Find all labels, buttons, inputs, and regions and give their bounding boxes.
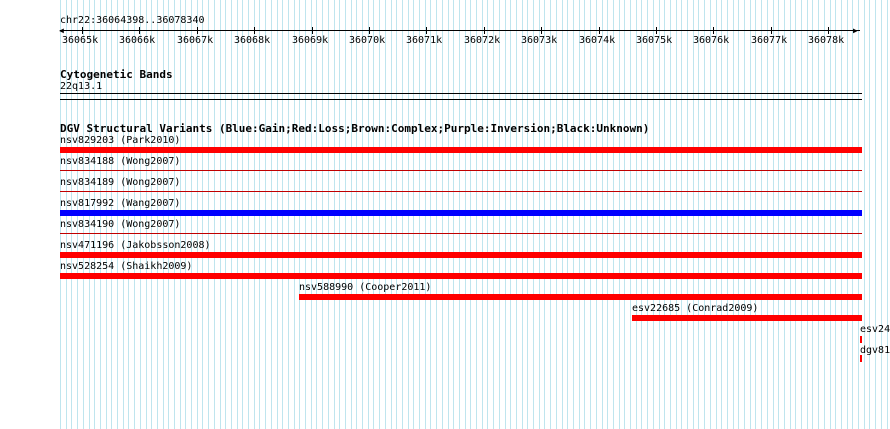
grid-line (875, 0, 876, 429)
genome-browser-view: chr22:36064398..36078340 ◀ ▶ 36065k 36066… (0, 0, 890, 429)
dgv-variant-label[interactable]: nsv471196 (Jakobsson2008) (60, 240, 211, 252)
dgv-variant-label[interactable]: nsv834188 (Wong2007) (60, 156, 180, 168)
ruler-tick-label: 36073k (521, 35, 558, 46)
grid-line (864, 0, 865, 429)
grid-line (887, 0, 888, 429)
ruler-tick-label: 36075k (636, 35, 673, 46)
cytoband-line-bottom (60, 99, 862, 100)
ruler-tick-label: 36066k (119, 35, 156, 46)
ruler-tick-label: 36067k (177, 35, 214, 46)
dgv-variant-bar[interactable] (60, 147, 862, 153)
ruler-tick-label: 36077k (751, 35, 788, 46)
dgv-variant-bar[interactable] (299, 294, 862, 300)
ruler-tick-label: 36076k (693, 35, 730, 46)
ruler-tick (599, 27, 600, 34)
dgv-variant-bar[interactable] (860, 336, 862, 343)
ruler-tick (656, 27, 657, 34)
ruler-tick (541, 27, 542, 34)
dgv-variant-bar[interactable] (860, 355, 862, 362)
dgv-variant-bar[interactable] (60, 273, 862, 279)
ruler-tick (713, 27, 714, 34)
dgv-variant-label[interactable]: esv22685 (Conrad2009) (632, 303, 758, 315)
ruler-tick (828, 27, 829, 34)
ruler-tick-label: 36078k (808, 35, 845, 46)
ruler-tick (484, 27, 485, 34)
ruler-right-arrow-icon: ▶ (853, 26, 858, 35)
dgv-variant-bar[interactable] (60, 252, 862, 258)
ruler-tick (139, 27, 140, 34)
dgv-variant-label[interactable]: nsv834190 (Wong2007) (60, 219, 180, 231)
dgv-variant-label[interactable]: nsv817992 (Wang2007) (60, 198, 180, 210)
dgv-variant-label[interactable]: nsv588990 (Cooper2011) (299, 282, 431, 294)
ruler-tick-label: 36070k (349, 35, 386, 46)
dgv-variant-label[interactable]: esv24 (860, 324, 890, 336)
ruler-tick (254, 27, 255, 34)
dgv-variant-label[interactable]: nsv829203 (Park2010) (60, 135, 180, 147)
ruler-tick (197, 27, 198, 34)
cytogenetic-track-title: Cytogenetic Bands (60, 68, 173, 81)
dgv-variant-bar[interactable] (60, 191, 862, 192)
grid-line (869, 0, 870, 429)
grid-line (881, 0, 882, 429)
cytoband-line-top (60, 93, 862, 94)
dgv-variant-label[interactable]: nsv528254 (Shaikh2009) (60, 261, 192, 273)
dgv-variant-bar[interactable] (632, 315, 862, 321)
dgv-variant-label[interactable]: nsv834189 (Wong2007) (60, 177, 180, 189)
ruler-tick (312, 27, 313, 34)
cytogenetic-band-label: 22q13.1 (60, 81, 103, 92)
ruler-tick-label: 36072k (464, 35, 501, 46)
ruler-tick (771, 27, 772, 34)
ruler-tick (369, 27, 370, 34)
dgv-variant-bar[interactable] (60, 233, 862, 234)
dgv-variant-bar[interactable] (60, 210, 862, 216)
dgv-track-title: DGV Structural Variants (Blue:Gain;Red:L… (60, 122, 650, 135)
ruler-left-arrow-icon: ◀ (59, 26, 64, 35)
location-label: chr22:36064398..36078340 (60, 15, 205, 26)
ruler-tick-label: 36068k (234, 35, 271, 46)
dgv-variant-bar[interactable] (60, 170, 862, 171)
ruler-tick-label: 36074k (579, 35, 616, 46)
ruler-tick (426, 27, 427, 34)
ruler-tick (82, 27, 83, 34)
ruler-tick-label: 36071k (406, 35, 443, 46)
ruler-tick-label: 36069k (292, 35, 329, 46)
dgv-variant-label[interactable]: dgv81 (860, 345, 890, 357)
ruler-axis-line (60, 30, 860, 31)
ruler-tick-label: 36065k (62, 35, 99, 46)
